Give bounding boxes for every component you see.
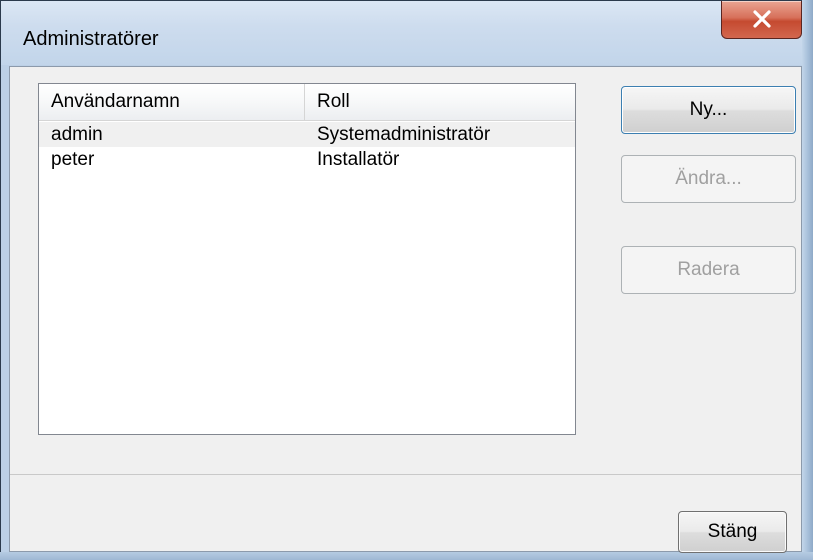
close-window-button[interactable] <box>721 1 802 39</box>
administrators-list[interactable]: Användarnamn Roll admin Systemadministra… <box>38 83 576 435</box>
column-header-role[interactable]: Roll <box>305 84 575 120</box>
dialog-footer: Stäng <box>10 474 801 553</box>
close-icon <box>753 10 771 28</box>
table-row[interactable]: admin Systemadministratör <box>39 122 575 147</box>
list-header: Användarnamn Roll <box>39 84 575 121</box>
column-header-username[interactable]: Användarnamn <box>39 84 305 120</box>
dialog-client-area: Användarnamn Roll admin Systemadministra… <box>9 66 802 553</box>
dialog-content: Användarnamn Roll admin Systemadministra… <box>10 67 801 474</box>
cell-username: peter <box>51 149 95 170</box>
new-button[interactable]: Ny... <box>621 86 796 134</box>
table-row[interactable]: peter Installatör <box>39 147 575 172</box>
window-border-right <box>802 0 813 560</box>
window-border-bottom <box>0 552 813 560</box>
title-bar[interactable]: Administratörer <box>1 1 802 65</box>
edit-button[interactable]: Ändra... <box>621 155 796 203</box>
cell-role: Systemadministratör <box>317 124 491 145</box>
cell-username: admin <box>51 124 103 145</box>
window-title: Administratörer <box>23 28 159 50</box>
delete-button[interactable]: Radera <box>621 246 796 294</box>
cell-role: Installatör <box>317 149 400 170</box>
close-button[interactable]: Stäng <box>678 511 787 553</box>
